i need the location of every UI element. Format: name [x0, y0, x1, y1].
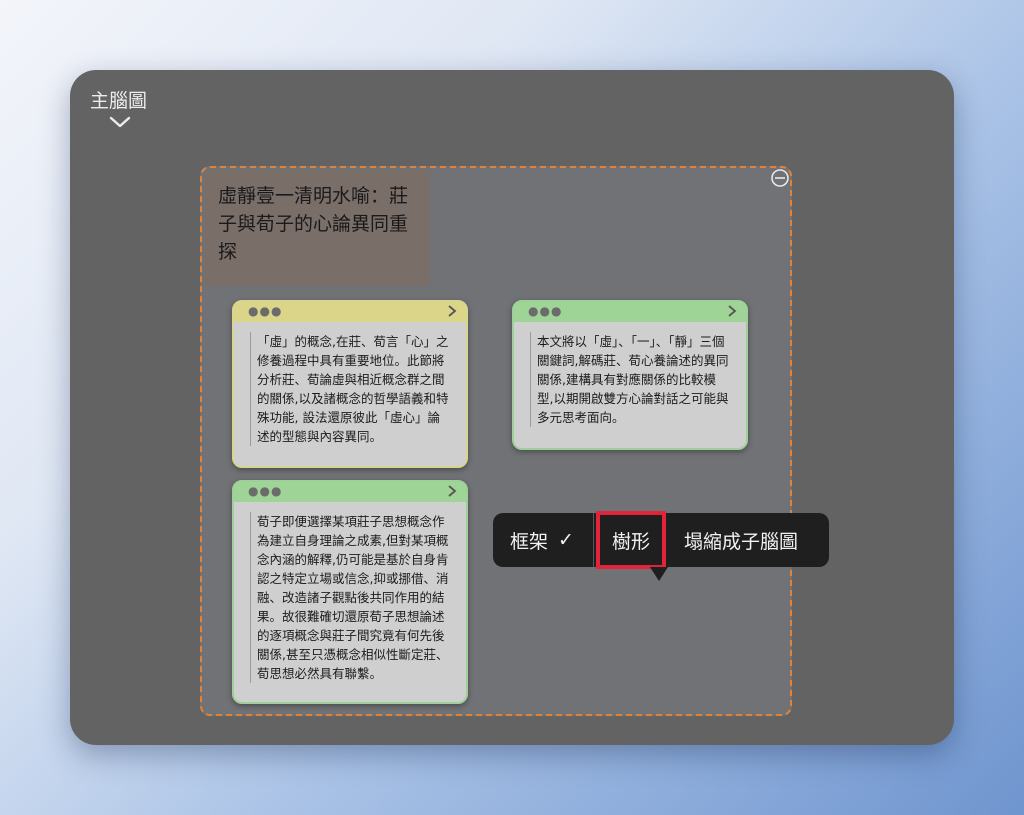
collapse-minus-icon[interactable]	[770, 168, 790, 188]
menu-divider	[593, 513, 594, 567]
menu-item-tree[interactable]: 樹形	[596, 511, 666, 569]
mindmap-window: 主腦圖 虛靜壹一清明水喻：莊子與荀子的心論異同重探 ●●● 「虛」的概念,在莊、…	[70, 70, 954, 745]
menu-item-label: 框架	[510, 530, 549, 553]
frame-title[interactable]: 虛靜壹一清明水喻：莊子與荀子的心論異同重探	[204, 170, 430, 286]
chevron-right-icon[interactable]	[446, 484, 458, 498]
note-header[interactable]: ●●●	[234, 482, 466, 502]
more-dots-icon[interactable]: ●●●	[248, 484, 282, 498]
chevron-right-icon[interactable]	[446, 304, 458, 318]
note-header[interactable]: ●●●	[234, 302, 466, 322]
menu-item-label: 樹形	[611, 530, 650, 553]
more-dots-icon[interactable]: ●●●	[248, 304, 282, 318]
menu-item-frame[interactable]: 框架 ✓	[493, 513, 593, 567]
menu-item-label: 塌縮成子腦圖	[684, 530, 799, 553]
note-text: 荀子即便選擇某項莊子思想概念作為建立自身理論之成素,但對某項概念內涵的解釋,仍可…	[250, 512, 452, 683]
menu-pointer	[650, 567, 668, 581]
note-header[interactable]: ●●●	[514, 302, 746, 322]
mindmap-title[interactable]: 主腦圖	[90, 86, 147, 113]
note-text: 本文將以「虛」、「一」、「靜」三個關鍵詞,解碼莊、荀心養論述的異同關係,建構具有…	[530, 332, 732, 427]
chevron-right-icon[interactable]	[726, 304, 738, 318]
note-card-2[interactable]: ●●● 本文將以「虛」、「一」、「靜」三個關鍵詞,解碼莊、荀心養論述的異同關係,…	[512, 300, 748, 450]
more-dots-icon[interactable]: ●●●	[528, 304, 562, 318]
context-menu: 框架 ✓ 樹形 塌縮成子腦圖	[493, 511, 829, 569]
checkmark-icon: ✓	[558, 529, 574, 551]
note-card-1[interactable]: ●●● 「虛」的概念,在莊、荀言「心」之修養過程中具有重要地位。此節將分析莊、荀…	[232, 300, 468, 468]
mindmap-frame[interactable]: 虛靜壹一清明水喻：莊子與荀子的心論異同重探 ●●● 「虛」的概念,在莊、荀言「心…	[200, 166, 792, 716]
note-card-3[interactable]: ●●● 荀子即便選擇某項莊子思想概念作為建立自身理論之成素,但對某項概念內涵的解…	[232, 480, 468, 704]
menu-item-collapse-to-submap[interactable]: 塌縮成子腦圖	[666, 513, 798, 567]
note-text: 「虛」的概念,在莊、荀言「心」之修養過程中具有重要地位。此節將分析莊、荀論虛與相…	[250, 332, 452, 446]
chevron-down-icon[interactable]	[108, 114, 132, 130]
